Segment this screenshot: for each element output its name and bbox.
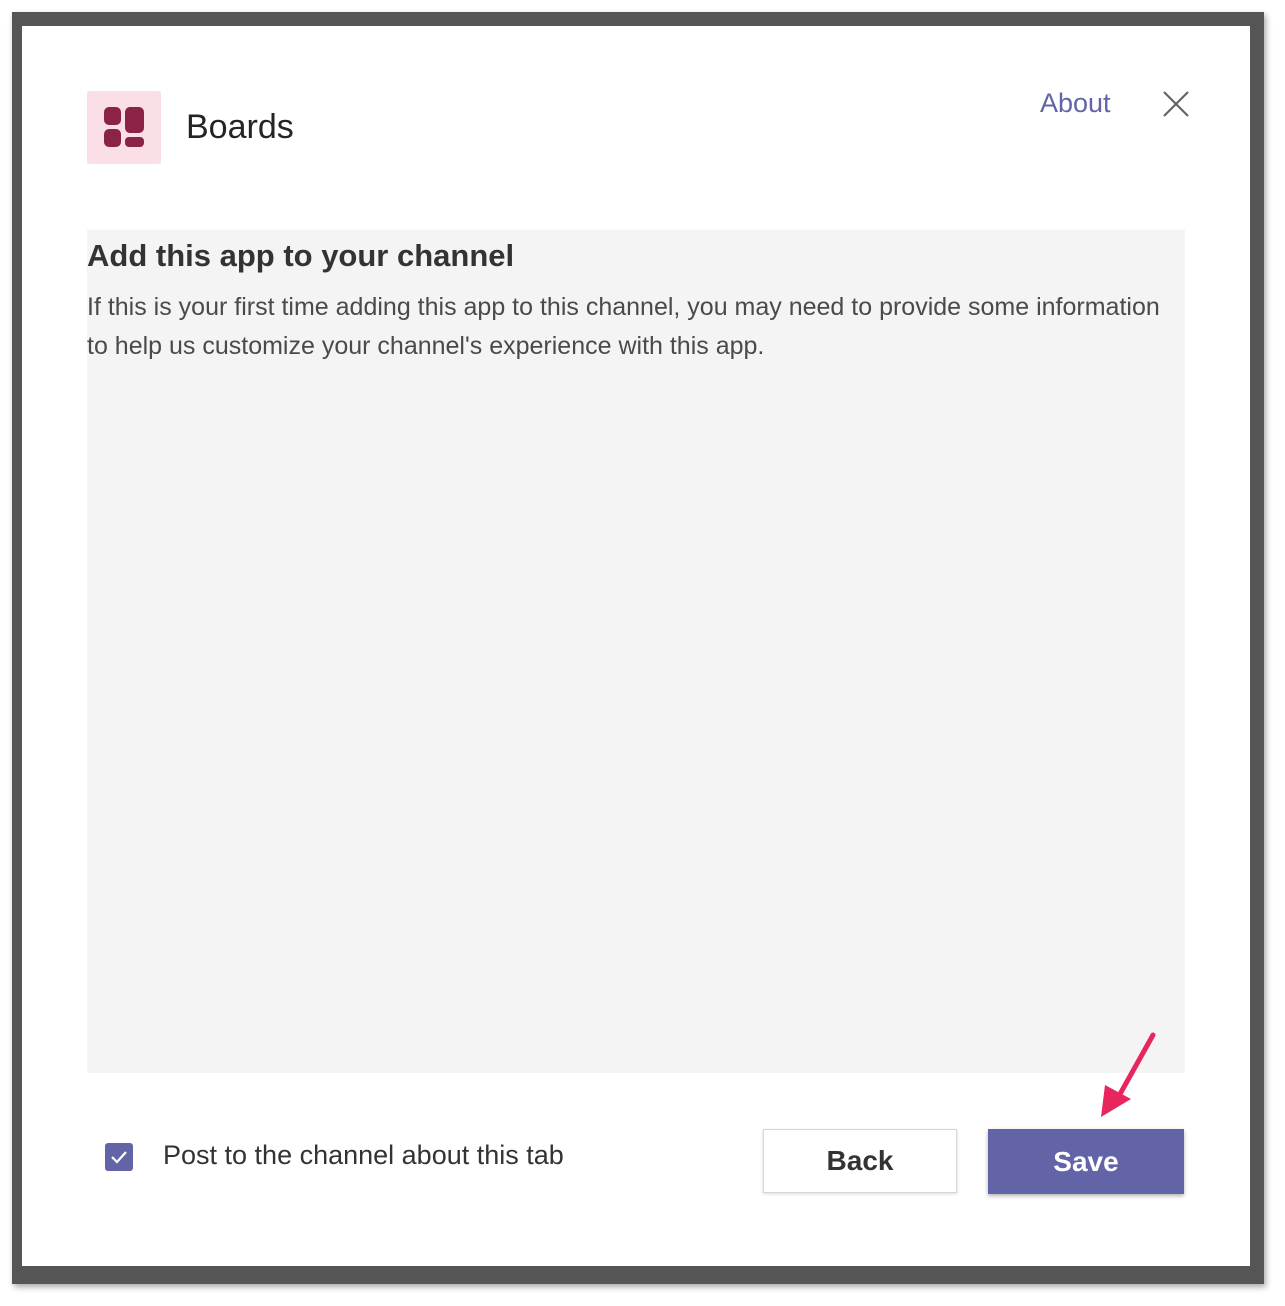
add-app-dialog: Boards About Add this app to your channe… bbox=[22, 26, 1250, 1266]
back-button[interactable]: Back bbox=[763, 1129, 957, 1193]
config-description: If this is your first time adding this a… bbox=[87, 293, 1160, 360]
boards-app-icon bbox=[87, 91, 161, 164]
checkmark-icon bbox=[111, 1151, 127, 1164]
app-title: Boards bbox=[186, 108, 294, 146]
save-button[interactable]: Save bbox=[988, 1129, 1184, 1194]
post-to-channel-checkbox[interactable] bbox=[105, 1143, 133, 1171]
config-heading: Add this app to your channel bbox=[87, 238, 515, 273]
app-config-panel: Add this app to your channel If this is … bbox=[87, 230, 1185, 1073]
about-link[interactable]: About bbox=[1040, 88, 1111, 119]
annotation-arrow-icon bbox=[1101, 1032, 1156, 1117]
post-to-channel-label[interactable]: Post to the channel about this tab bbox=[163, 1140, 564, 1171]
close-icon[interactable] bbox=[1160, 88, 1192, 120]
